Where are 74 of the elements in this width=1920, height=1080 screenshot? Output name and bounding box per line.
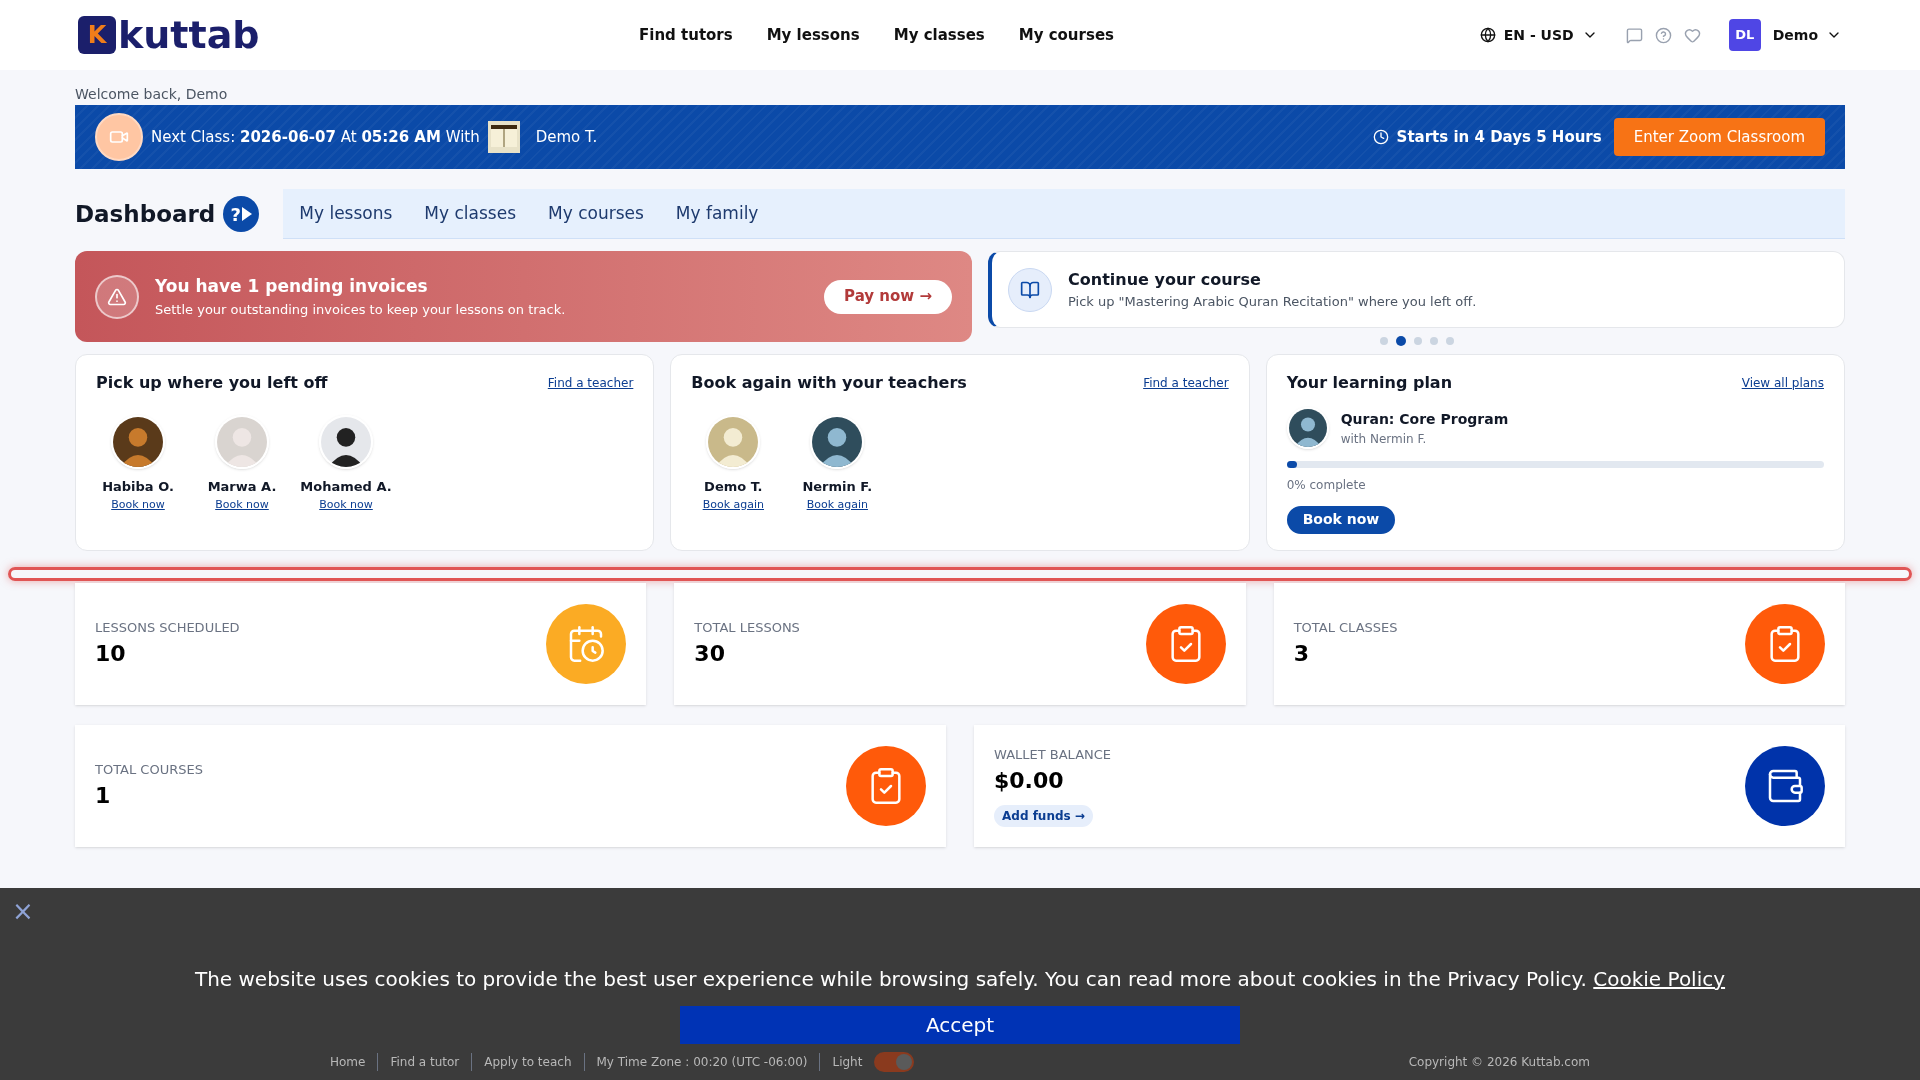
progress-text: 0% complete	[1286, 476, 1367, 494]
find-teacher-link[interactable]: Find a teacher	[547, 374, 634, 392]
locale-selector[interactable]: EN - USD	[1479, 24, 1598, 46]
teacher-name: Demo T.	[535, 126, 598, 148]
teacher-name: Mohamed A.	[300, 478, 392, 496]
warning-icon	[107, 286, 127, 307]
cookie-policy-link[interactable]: Cookie Policy	[1593, 967, 1726, 991]
nav-link[interactable]: My courses	[1018, 23, 1114, 47]
tab[interactable]: My lessons	[299, 200, 393, 227]
nav-link[interactable]: Find tutors	[639, 23, 733, 47]
program-title: Quran: Core Program	[1340, 409, 1509, 429]
teacher-name: Marwa A.	[207, 478, 277, 496]
program-teacher: with Nermin F.	[1340, 430, 1428, 448]
user-menu[interactable]: Demo	[1772, 24, 1842, 46]
book-link[interactable]: Book again	[806, 496, 868, 513]
cookie-text: The website uses cookies to provide the best user experience while browsing safely. You can read more about cookies in the Privacy Policy. Cookie Policy	[194, 966, 1726, 993]
heart-icon[interactable]	[1683, 26, 1701, 44]
book-now-button[interactable]: Book now	[1286, 505, 1396, 534]
book-link[interactable]: Book again	[702, 496, 764, 513]
book-link[interactable]: Book now	[215, 496, 269, 513]
teacher-name: Habiba O.	[102, 478, 174, 496]
logo[interactable]: K kuttab	[78, 16, 308, 54]
footer-link[interactable]: Home	[318, 1053, 378, 1071]
nav-link[interactable]: My classes	[893, 23, 985, 47]
theme-label: Light	[819, 1053, 875, 1071]
logo-mark: K	[87, 20, 107, 51]
footer-link[interactable]: Apply to teach	[471, 1053, 584, 1071]
help-video-badge[interactable]: ?	[223, 196, 260, 232]
view-plans-link[interactable]: View all plans	[1741, 374, 1824, 392]
card-title: Book again with your teachers	[691, 372, 967, 394]
course-text: Pick up "Mastering Arabic Quran Recitation" where you left off.	[1068, 292, 1477, 311]
help-icon[interactable]	[1654, 26, 1672, 44]
course-title: Continue your course	[1068, 268, 1262, 291]
add-funds-button[interactable]: Add funds →	[994, 805, 1093, 828]
dashboard-title: Dashboard	[75, 199, 216, 229]
find-teacher-link[interactable]: Find a teacher	[1143, 374, 1229, 392]
chat-icon[interactable]	[1625, 26, 1643, 44]
close-button[interactable]: ×	[12, 892, 34, 931]
stat-label: TOTAL CLASSES	[1293, 618, 1398, 637]
stat-label: TOTAL LESSONS	[694, 618, 800, 637]
nav-link[interactable]: My lessons	[766, 23, 860, 47]
stat-value: 30	[694, 640, 726, 669]
book-link[interactable]: Book now	[111, 496, 165, 513]
teacher-name: Nermin F.	[802, 478, 873, 496]
teacher-name: Demo T.	[704, 478, 763, 496]
stat-label: WALLET BALANCE	[994, 745, 1112, 764]
book-icon	[1020, 279, 1040, 300]
accept-button[interactable]: Accept	[680, 1006, 1240, 1044]
card-title: Pick up where you left off	[96, 372, 328, 394]
next-class-text: Next Class: 2026-06-07 At 05:26 AM With	[151, 126, 480, 148]
alert-text: Settle your outstanding invoices to keep your lessons on track.	[155, 300, 566, 319]
stat-value: 10	[95, 640, 127, 669]
globe-icon	[1479, 27, 1496, 43]
welcome-text: Welcome back, Demo	[75, 85, 229, 104]
stat-value: 3	[1293, 640, 1310, 669]
clock-icon	[1372, 129, 1389, 145]
stat-label: LESSONS SCHEDULED	[95, 618, 240, 637]
tab[interactable]: My courses	[548, 200, 644, 227]
copyright-text: Copyright © 2026 Kuttab.com	[1408, 1054, 1590, 1071]
book-link[interactable]: Book now	[319, 496, 373, 513]
alert-title: You have 1 pending invoices	[155, 275, 429, 298]
tab[interactable]: My classes	[424, 200, 516, 227]
pay-now-button[interactable]: Pay now →	[824, 279, 952, 314]
footer-link[interactable]: My Time Zone : 00:20 (UTC -06:00)	[583, 1053, 820, 1071]
user-avatar[interactable]: DL	[1728, 19, 1761, 51]
tab[interactable]: My family	[675, 200, 759, 227]
card-title: Your learning plan	[1286, 372, 1453, 394]
stat-label: TOTAL COURSES	[95, 760, 203, 779]
stat-value: $0.00	[994, 767, 1065, 796]
theme-toggle[interactable]	[874, 1052, 915, 1072]
stat-value: 1	[95, 782, 112, 811]
footer-link[interactable]: Find a tutor	[377, 1053, 472, 1071]
countdown-text: Starts in 4 Days 5 Hours	[1396, 126, 1602, 148]
logo-text: kuttab	[118, 16, 260, 54]
